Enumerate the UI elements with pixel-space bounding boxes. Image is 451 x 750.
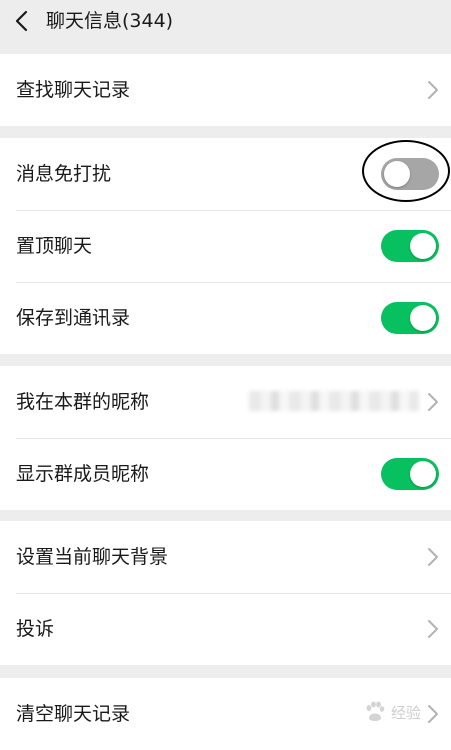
blurred-nickname-value: [249, 391, 419, 411]
group-search: 查找聊天记录: [0, 54, 451, 126]
row-label: 设置当前聊天背景: [16, 546, 169, 568]
chevron-right-icon: [428, 81, 438, 99]
row-label: 查找聊天记录: [16, 79, 131, 101]
nav-header: 聊天信息(344): [0, 0, 451, 44]
row-report[interactable]: 投诉: [0, 593, 451, 665]
sticky-toggle[interactable]: [381, 230, 439, 262]
row-save-to-contacts: 保存到通讯录: [0, 282, 451, 354]
toggle-knob: [384, 161, 410, 187]
save-contacts-toggle[interactable]: [381, 302, 439, 334]
mute-toggle[interactable]: [381, 158, 439, 190]
row-label: 置顶聊天: [16, 235, 93, 257]
row-label: 我在本群的昵称: [16, 391, 150, 413]
row-label: 清空聊天记录: [16, 703, 131, 725]
chevron-right-icon: [428, 548, 438, 566]
row-label: 消息免打扰: [16, 163, 112, 185]
toggle-knob: [410, 233, 436, 259]
row-sticky-on-top: 置顶聊天: [0, 210, 451, 282]
row-mute-notifications: 消息免打扰: [0, 138, 451, 210]
chevron-right-icon: [428, 393, 438, 411]
group-background: 设置当前聊天背景 投诉: [0, 521, 451, 665]
group-clear: 清空聊天记录: [0, 678, 451, 750]
page-title: 聊天信息(344): [46, 10, 174, 32]
row-label: 保存到通讯录: [16, 307, 131, 329]
row-clear-history[interactable]: 清空聊天记录: [0, 678, 451, 750]
row-chat-background[interactable]: 设置当前聊天背景: [0, 521, 451, 593]
group-toggles: 消息免打扰 置顶聊天 保存到通讯录: [0, 138, 451, 354]
chevron-right-icon: [428, 620, 438, 638]
toggle-knob: [410, 305, 436, 331]
row-search-history[interactable]: 查找聊天记录: [0, 54, 451, 126]
row-my-group-nickname[interactable]: 我在本群的昵称: [0, 366, 451, 438]
toggle-knob: [410, 461, 436, 487]
row-show-member-nicknames: 显示群成员昵称: [0, 438, 451, 510]
row-label: 投诉: [16, 618, 55, 640]
group-nickname: 我在本群的昵称 显示群成员昵称: [0, 366, 451, 510]
chevron-left-icon: [15, 10, 28, 32]
show-nicknames-toggle[interactable]: [381, 458, 439, 490]
chevron-right-icon: [428, 705, 438, 723]
row-label: 显示群成员昵称: [16, 463, 150, 485]
back-button[interactable]: [10, 8, 32, 34]
